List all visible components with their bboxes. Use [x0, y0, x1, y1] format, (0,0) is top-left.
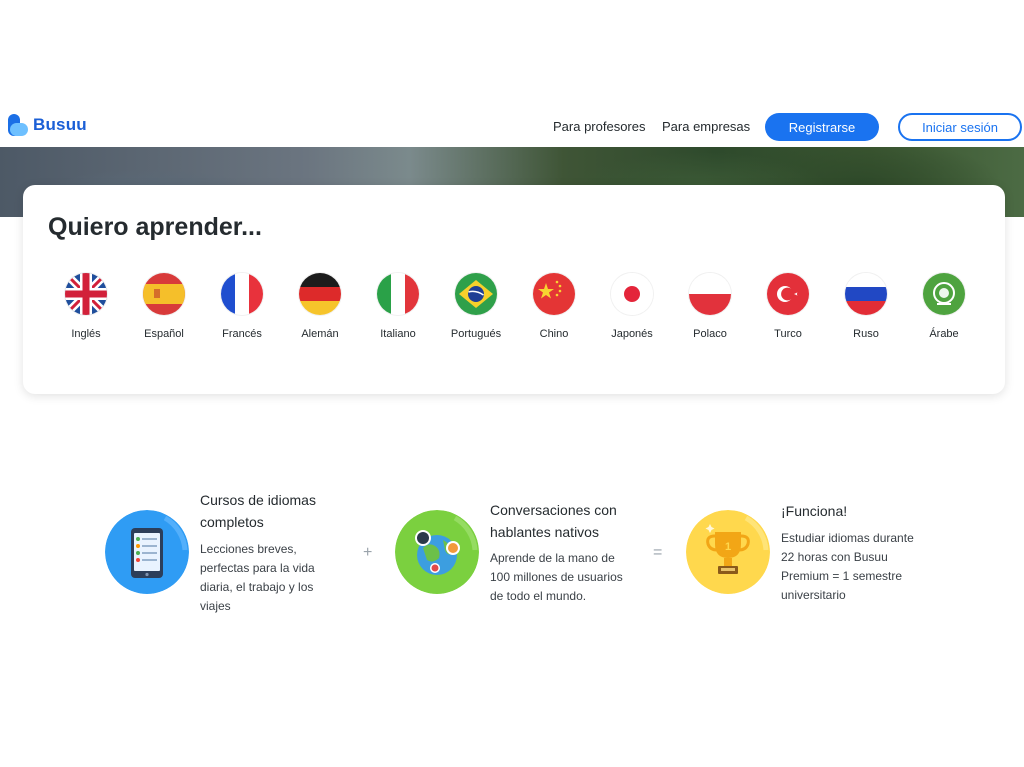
language-option-japanese[interactable]: Japonés: [593, 273, 671, 340]
top-navigation-bar: Busuu Para profesores Para empresas Regi…: [0, 108, 1024, 147]
plus-operator: +: [363, 544, 373, 561]
language-label: Español: [144, 328, 184, 340]
language-label: Ruso: [853, 328, 879, 340]
language-option-chinese[interactable]: Chino: [515, 273, 593, 340]
language-selection-card: Quiero aprender... Inglés Español Francé…: [23, 185, 1005, 394]
feature-title: Conversaciones con hablantes nativos: [490, 502, 617, 540]
language-label: Polaco: [693, 328, 727, 340]
turkey-flag-icon: [767, 273, 809, 315]
language-label: Francés: [222, 328, 262, 340]
russia-flag-icon: [845, 273, 887, 315]
language-option-english[interactable]: Inglés: [47, 273, 125, 340]
language-label: Árabe: [929, 328, 959, 340]
language-option-arabic[interactable]: Árabe: [905, 273, 983, 340]
poland-flag-icon: [689, 273, 731, 315]
spain-flag-icon: [143, 273, 185, 315]
arab-league-flag-icon: [923, 273, 965, 315]
busuu-logo[interactable]: Busuu: [8, 114, 87, 136]
france-flag-icon: [221, 273, 263, 315]
feature-title: Cursos de idiomas completos: [200, 492, 316, 530]
nav-link-companies[interactable]: Para empresas: [662, 119, 750, 134]
nav-link-teachers[interactable]: Para profesores: [553, 119, 646, 134]
japan-flag-icon: [611, 273, 653, 315]
language-option-spanish[interactable]: Español: [125, 273, 203, 340]
globe-chat-icon: [395, 510, 479, 594]
language-label: Italiano: [380, 328, 416, 340]
china-flag-icon: [533, 273, 575, 315]
feature-description: Estudiar idiomas durante 22 horas con Bu…: [781, 531, 914, 602]
language-option-italian[interactable]: Italiano: [359, 273, 437, 340]
busuu-logo-mark-icon: [8, 114, 28, 136]
uk-flag-icon: [65, 273, 107, 315]
language-label: Portugués: [450, 328, 502, 340]
register-button[interactable]: Registrarse: [765, 113, 879, 141]
language-label: Alemán: [301, 328, 339, 340]
language-option-polish[interactable]: Polaco: [671, 273, 749, 340]
language-option-french[interactable]: Francés: [203, 273, 281, 340]
language-label: Turco: [774, 328, 802, 340]
card-title: Quiero aprender...: [48, 213, 262, 241]
feature-description: Lecciones breves, perfectas para la vida…: [200, 542, 315, 613]
language-label: Inglés: [71, 328, 101, 340]
trophy-icon: 1: [686, 510, 770, 594]
language-label: Chino: [539, 328, 569, 340]
brazil-flag-icon: [455, 273, 497, 315]
italy-flag-icon: [377, 273, 419, 315]
feature-title: ¡Funciona!: [781, 503, 848, 519]
tablet-lessons-icon: [105, 510, 189, 594]
equals-operator: =: [653, 544, 663, 561]
language-option-portuguese[interactable]: Portugués: [437, 273, 515, 340]
logo-text: Busuu: [33, 115, 87, 134]
language-option-russian[interactable]: Ruso: [827, 273, 905, 340]
feature-description: Aprende de la mano de 100 millones de us…: [490, 551, 623, 603]
login-button[interactable]: Iniciar sesión: [898, 113, 1022, 141]
language-label: Japonés: [611, 328, 653, 340]
svg-text:1: 1: [725, 541, 731, 553]
language-option-german[interactable]: Alemán: [281, 273, 359, 340]
language-option-turkish[interactable]: Turco: [749, 273, 827, 340]
germany-flag-icon: [299, 273, 341, 315]
